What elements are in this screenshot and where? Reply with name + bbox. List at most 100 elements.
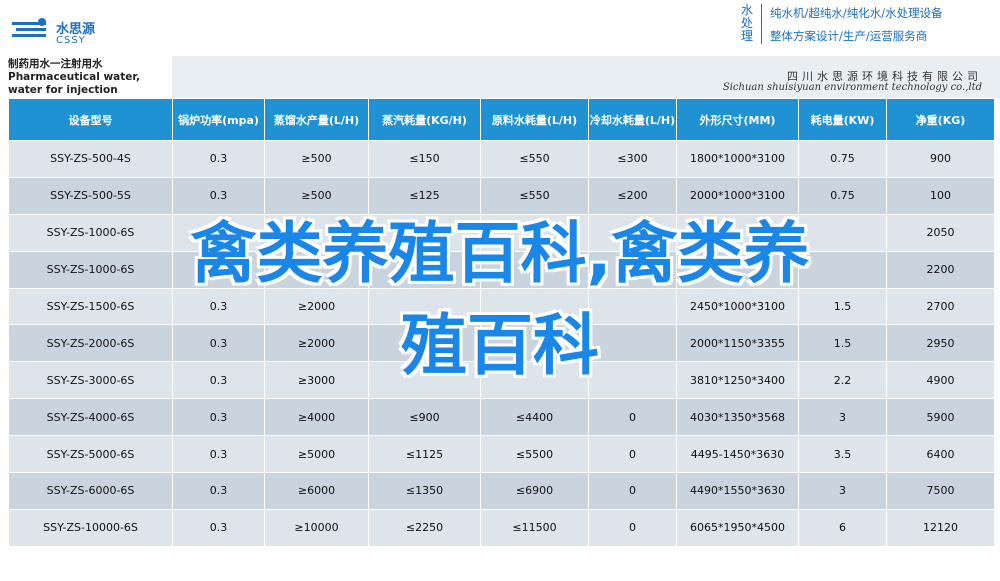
table-cell	[368, 324, 481, 363]
table-cell: ≤1350	[368, 472, 481, 510]
table-cell: ≤2250	[368, 508, 481, 547]
product-title: 制药用水一注射用水 Pharmaceutical water, water fo…	[8, 58, 141, 96]
table-cell	[172, 213, 265, 252]
table-cell: ≤6900	[480, 472, 589, 510]
table-cell	[798, 213, 887, 252]
col-header-model: 设备型号	[8, 98, 173, 141]
table-cell: ≤5500	[480, 435, 589, 474]
col-header-power-use: 耗电量(KW)	[798, 98, 887, 141]
table-cell	[480, 213, 589, 252]
table-cell: ≤125	[368, 176, 481, 215]
table-cell: 1800*1000*3100	[676, 140, 799, 178]
table-cell: 4030*1350*3568	[676, 398, 799, 437]
table-cell: 0	[588, 398, 677, 437]
table-cell: ≤300	[588, 140, 677, 178]
table-cell: 3	[798, 398, 887, 437]
table-cell: 0	[588, 435, 677, 474]
table-cell: SSY-ZS-1000-6S	[8, 250, 173, 289]
table-cell	[264, 250, 369, 289]
table-cell	[480, 250, 589, 289]
table-cell: 6065*1950*4500	[676, 508, 799, 547]
table-cell: 3810*1250*3400	[676, 361, 799, 400]
table-cell: ≥500	[264, 176, 369, 215]
table-cell: 7500	[886, 472, 995, 510]
table-cell: 0.3	[172, 140, 265, 178]
table-row: SSY-ZS-10000-6S 0.3 ≥10000 ≤2250 ≤11500 0 6065…	[8, 508, 995, 547]
table-cell	[588, 324, 677, 363]
table-cell: 12120	[886, 508, 995, 547]
table-cell	[368, 213, 481, 252]
water-drop-logo-icon	[12, 18, 46, 37]
table-cell: 0.75	[798, 176, 887, 215]
table-cell: SSY-ZS-6000-6S	[8, 472, 173, 510]
table-cell: ≥6000	[264, 472, 369, 510]
col-header-steam-use: 蒸汽耗量(KG/H)	[368, 98, 481, 141]
header-divider	[761, 4, 762, 44]
col-header-feed-water: 原料水耗量(L/H)	[480, 98, 589, 141]
table-cell: 0	[588, 508, 677, 547]
table-cell: ≤550	[480, 176, 589, 215]
page-header: 水思源 CSSY 水处理 纯水机/超纯水/纯化水/水处理设备 整体方案设计/生产…	[0, 0, 1000, 55]
table-cell: 0.3	[172, 176, 265, 215]
table-cell: 3.5	[798, 435, 887, 474]
table-cell: 3	[798, 472, 887, 510]
table-cell: 0.3	[172, 435, 265, 474]
table-row: SSY-ZS-1000-6S 2200	[8, 250, 995, 289]
table-cell: ≥4000	[264, 398, 369, 437]
brand-logo[interactable]: 水思源 CSSY	[12, 18, 142, 52]
table-cell: 6	[798, 508, 887, 547]
table-cell: SSY-ZS-500-4S	[8, 140, 173, 178]
table-cell: 900	[886, 140, 995, 178]
table-cell: SSY-ZS-5000-6S	[8, 435, 173, 474]
table-cell: ≤11500	[480, 508, 589, 547]
table-cell: SSY-ZS-3000-6S	[8, 361, 173, 400]
table-cell: 2950	[886, 324, 995, 363]
table-cell	[798, 250, 887, 289]
table-row: SSY-ZS-4000-6S 0.3 ≥4000 ≤900 ≤4400 0 4030*135…	[8, 398, 995, 437]
spec-table: 设备型号 锅炉功率(mpa) 蒸馏水产量(L/H) 蒸汽耗量(KG/H) 原料水…	[8, 98, 995, 547]
table-cell: 0.3	[172, 324, 265, 363]
brand-name-en: CSSY	[56, 35, 86, 46]
table-cell: SSY-ZS-4000-6S	[8, 398, 173, 437]
table-cell: 2200	[886, 250, 995, 289]
table-cell: ≤1125	[368, 435, 481, 474]
table-cell	[480, 324, 589, 363]
table-cell: ≤900	[368, 398, 481, 437]
table-row: SSY-ZS-1500-6S 0.3 ≥2000 2450*1000*3100 1.5 2…	[8, 287, 995, 326]
col-header-net-weight: 净重(KG)	[886, 98, 995, 141]
table-cell: ≤150	[368, 140, 481, 178]
table-cell: ≥500	[264, 140, 369, 178]
table-cell: 2450*1000*3100	[676, 287, 799, 326]
col-header-dimensions: 外形尺寸(MM)	[676, 98, 799, 141]
table-row: SSY-ZS-6000-6S 0.3 ≥6000 ≤1350 ≤6900 0 4490*15…	[8, 472, 995, 510]
table-cell	[368, 287, 481, 326]
table-cell	[676, 213, 799, 252]
table-cell: ≤200	[588, 176, 677, 215]
table-cell: 2700	[886, 287, 995, 326]
table-cell: 2000*1150*3355	[676, 324, 799, 363]
table-cell: 2.2	[798, 361, 887, 400]
table-cell	[480, 287, 589, 326]
table-cell	[264, 213, 369, 252]
table-cell: 4490*1550*3630	[676, 472, 799, 510]
table-cell: ≥10000	[264, 508, 369, 547]
table-cell: 0.3	[172, 361, 265, 400]
table-cell: ≥2000	[264, 287, 369, 326]
table-cell: ≥2000	[264, 324, 369, 363]
table-cell: 100	[886, 176, 995, 215]
table-cell	[588, 250, 677, 289]
table-cell: 0	[588, 472, 677, 510]
table-cell	[368, 250, 481, 289]
table-cell	[368, 361, 481, 400]
table-row: SSY-ZS-5000-6S 0.3 ≥5000 ≤1125 ≤5500 0 4495-14…	[8, 435, 995, 474]
table-cell	[588, 287, 677, 326]
table-cell: SSY-ZS-1000-6S	[8, 213, 173, 252]
table-cell	[676, 250, 799, 289]
table-row: SSY-ZS-500-5S 0.3 ≥500 ≤125 ≤550 ≤200 2000*100…	[8, 176, 995, 215]
table-cell: 0.3	[172, 508, 265, 547]
table-cell: SSY-ZS-1500-6S	[8, 287, 173, 326]
table-row: SSY-ZS-3000-6S 0.3 ≥3000 3810*1250*3400 2.2 4…	[8, 361, 995, 400]
table-cell: ≥3000	[264, 361, 369, 400]
table-cell: 2000*1000*3100	[676, 176, 799, 215]
table-cell	[588, 213, 677, 252]
